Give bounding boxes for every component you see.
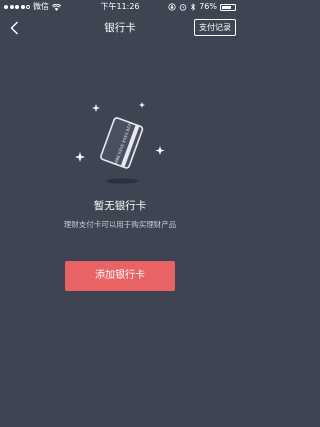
empty-state-title: 暂无银行卡 (93, 200, 147, 212)
rotation-lock-icon (168, 3, 176, 11)
sparkle-icon (75, 152, 85, 162)
battery-level-fill (222, 5, 232, 9)
sparkle-icon (92, 104, 100, 112)
empty-state-description: 理财支付卡可以用于购买理财产品 (63, 220, 177, 229)
sparkle-icon (155, 146, 165, 155)
add-bank-card-button[interactable]: 添加银行卡 (65, 261, 175, 291)
chevron-left-icon (10, 21, 18, 35)
back-button[interactable] (8, 20, 22, 36)
battery-percentage: 76% (199, 2, 217, 11)
alarm-clock-icon (179, 4, 187, 11)
payment-records-button[interactable]: 支付记录 (194, 19, 236, 36)
navigation-bar: 银行卡 支付记录 (0, 14, 240, 42)
sparkle-icon (139, 102, 145, 108)
card-shadow (106, 178, 138, 184)
empty-card-illustration: 6226 XXXX XXXX 8899 (75, 102, 165, 184)
status-bar: 微信 下午11:26 76% (0, 0, 240, 14)
battery-icon (220, 3, 236, 11)
bluetooth-icon (191, 3, 196, 11)
status-right: 76% (168, 0, 236, 14)
bank-card-icon: 6226 XXXX XXXX 8899 (100, 117, 144, 169)
